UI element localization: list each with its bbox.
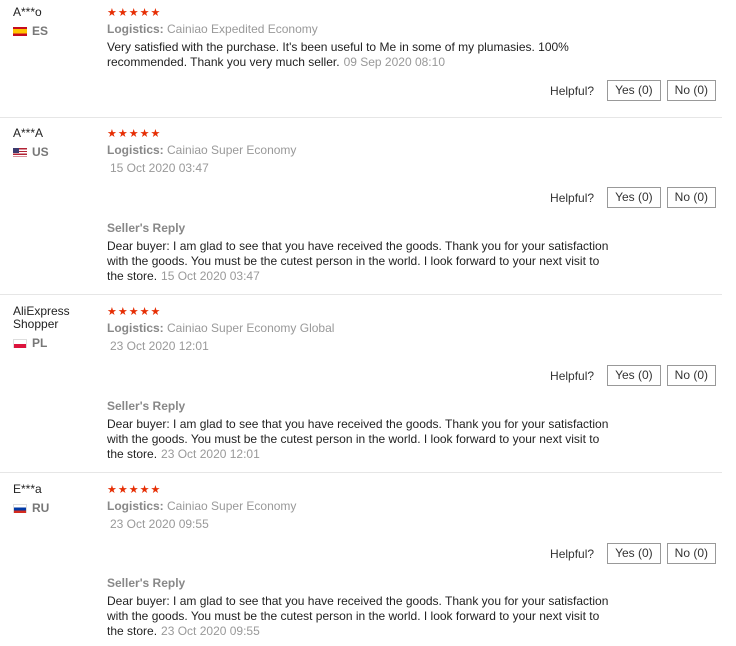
logistics-label: Logistics: <box>107 143 164 157</box>
review-date: 23 Oct 2020 12:01 <box>110 339 209 353</box>
seller-reply-title: Seller's Reply <box>107 221 186 235</box>
star-rating: ★★★★★ <box>107 484 162 496</box>
seller-reply: Seller's Reply Dear buyer: I am glad to … <box>107 576 612 639</box>
helpful-no-button[interactable]: No (0) <box>666 80 716 101</box>
logistics-info: Logistics: Cainiao Super Economy <box>107 143 607 157</box>
buyer-country: PL <box>13 336 93 350</box>
helpful-yes-button[interactable]: Yes (0) <box>607 187 661 208</box>
buyer-country: RU <box>13 501 93 515</box>
review-item: E***a RU ★★★★★ Logistics: Cainiao Super … <box>0 483 722 643</box>
seller-reply-text: Dear buyer: I am glad to see that you ha… <box>107 417 612 462</box>
logistics-value: Cainiao Expedited Economy <box>167 22 318 36</box>
seller-reply-text: Dear buyer: I am glad to see that you ha… <box>107 239 612 284</box>
spain-flag-icon <box>13 26 27 36</box>
star-rating: ★★★★★ <box>107 128 162 140</box>
review-date: 15 Oct 2020 03:47 <box>110 161 209 175</box>
seller-reply-title: Seller's Reply <box>107 399 186 413</box>
review-body: ★★★★★ Logistics: Cainiao Super Economy 1… <box>107 127 607 175</box>
review-date: 23 Oct 2020 09:55 <box>110 517 209 531</box>
logistics-label: Logistics: <box>107 499 164 513</box>
review-item: A***A US ★★★★★ Logistics: Cainiao Super … <box>0 127 722 295</box>
review-body: ★★★★★ Logistics: Cainiao Super Economy G… <box>107 305 607 353</box>
review-body: ★★★★★ Logistics: Cainiao Super Economy 2… <box>107 483 607 531</box>
star-rating: ★★★★★ <box>107 306 162 318</box>
usa-flag-icon <box>13 147 27 157</box>
helpful-no-button[interactable]: No (0) <box>666 543 716 564</box>
helpful-controls: Helpful? Yes (0) No (0) <box>550 365 716 386</box>
review-feedback: Very satisfied with the purchase. It's b… <box>107 40 607 70</box>
review-body: ★★★★★ Logistics: Cainiao Expedited Econo… <box>107 6 607 70</box>
reply-date: 23 Oct 2020 12:01 <box>161 447 260 461</box>
review-item: AliExpress Shopper PL ★★★★★ Logistics: C… <box>0 305 722 473</box>
helpful-no-button[interactable]: No (0) <box>666 187 716 208</box>
country-code: RU <box>32 501 50 515</box>
buyer-name: A***A <box>13 126 44 140</box>
buyer-info: A***o ES <box>13 6 93 38</box>
buyer-name: E***a <box>13 482 42 496</box>
helpful-yes-button[interactable]: Yes (0) <box>607 80 661 101</box>
helpful-label: Helpful? <box>550 368 595 383</box>
logistics-info: Logistics: Cainiao Expedited Economy <box>107 22 607 36</box>
poland-flag-icon <box>13 338 27 348</box>
logistics-info: Logistics: Cainiao Super Economy Global <box>107 321 607 335</box>
seller-reply: Seller's Reply Dear buyer: I am glad to … <box>107 221 612 284</box>
buyer-country: US <box>13 145 93 159</box>
review-date: 09 Sep 2020 08:10 <box>343 55 445 69</box>
helpful-no-button[interactable]: No (0) <box>666 365 716 386</box>
russia-flag-icon <box>13 503 27 513</box>
buyer-info: E***a RU <box>13 483 93 515</box>
feedback-text: Very satisfied with the purchase. It's b… <box>107 40 569 69</box>
logistics-value: Cainiao Super Economy <box>167 499 297 513</box>
country-code: ES <box>32 24 49 38</box>
logistics-label: Logistics: <box>107 321 164 335</box>
buyer-country: ES <box>13 24 93 38</box>
helpful-controls: Helpful? Yes (0) No (0) <box>550 80 716 101</box>
star-rating: ★★★★★ <box>107 7 162 19</box>
country-code: PL <box>32 336 48 350</box>
seller-reply: Seller's Reply Dear buyer: I am glad to … <box>107 399 612 462</box>
helpful-yes-button[interactable]: Yes (0) <box>607 365 661 386</box>
reply-date: 15 Oct 2020 03:47 <box>161 269 260 283</box>
buyer-info: AliExpress Shopper PL <box>13 305 93 350</box>
helpful-yes-button[interactable]: Yes (0) <box>607 543 661 564</box>
helpful-controls: Helpful? Yes (0) No (0) <box>550 543 716 564</box>
review-item: A***o ES ★★★★★ Logistics: Cainiao Expedi… <box>0 6 722 118</box>
buyer-name: A***o <box>13 5 42 19</box>
buyer-name: AliExpress Shopper <box>13 304 70 331</box>
country-code: US <box>32 145 49 159</box>
helpful-label: Helpful? <box>550 83 595 98</box>
seller-reply-title: Seller's Reply <box>107 576 186 590</box>
logistics-value: Cainiao Super Economy Global <box>167 321 335 335</box>
helpful-controls: Helpful? Yes (0) No (0) <box>550 187 716 208</box>
logistics-label: Logistics: <box>107 22 164 36</box>
reply-date: 23 Oct 2020 09:55 <box>161 624 260 638</box>
helpful-label: Helpful? <box>550 546 595 561</box>
seller-reply-text: Dear buyer: I am glad to see that you ha… <box>107 594 612 639</box>
helpful-label: Helpful? <box>550 190 595 205</box>
logistics-value: Cainiao Super Economy <box>167 143 297 157</box>
buyer-info: A***A US <box>13 127 93 159</box>
logistics-info: Logistics: Cainiao Super Economy <box>107 499 607 513</box>
